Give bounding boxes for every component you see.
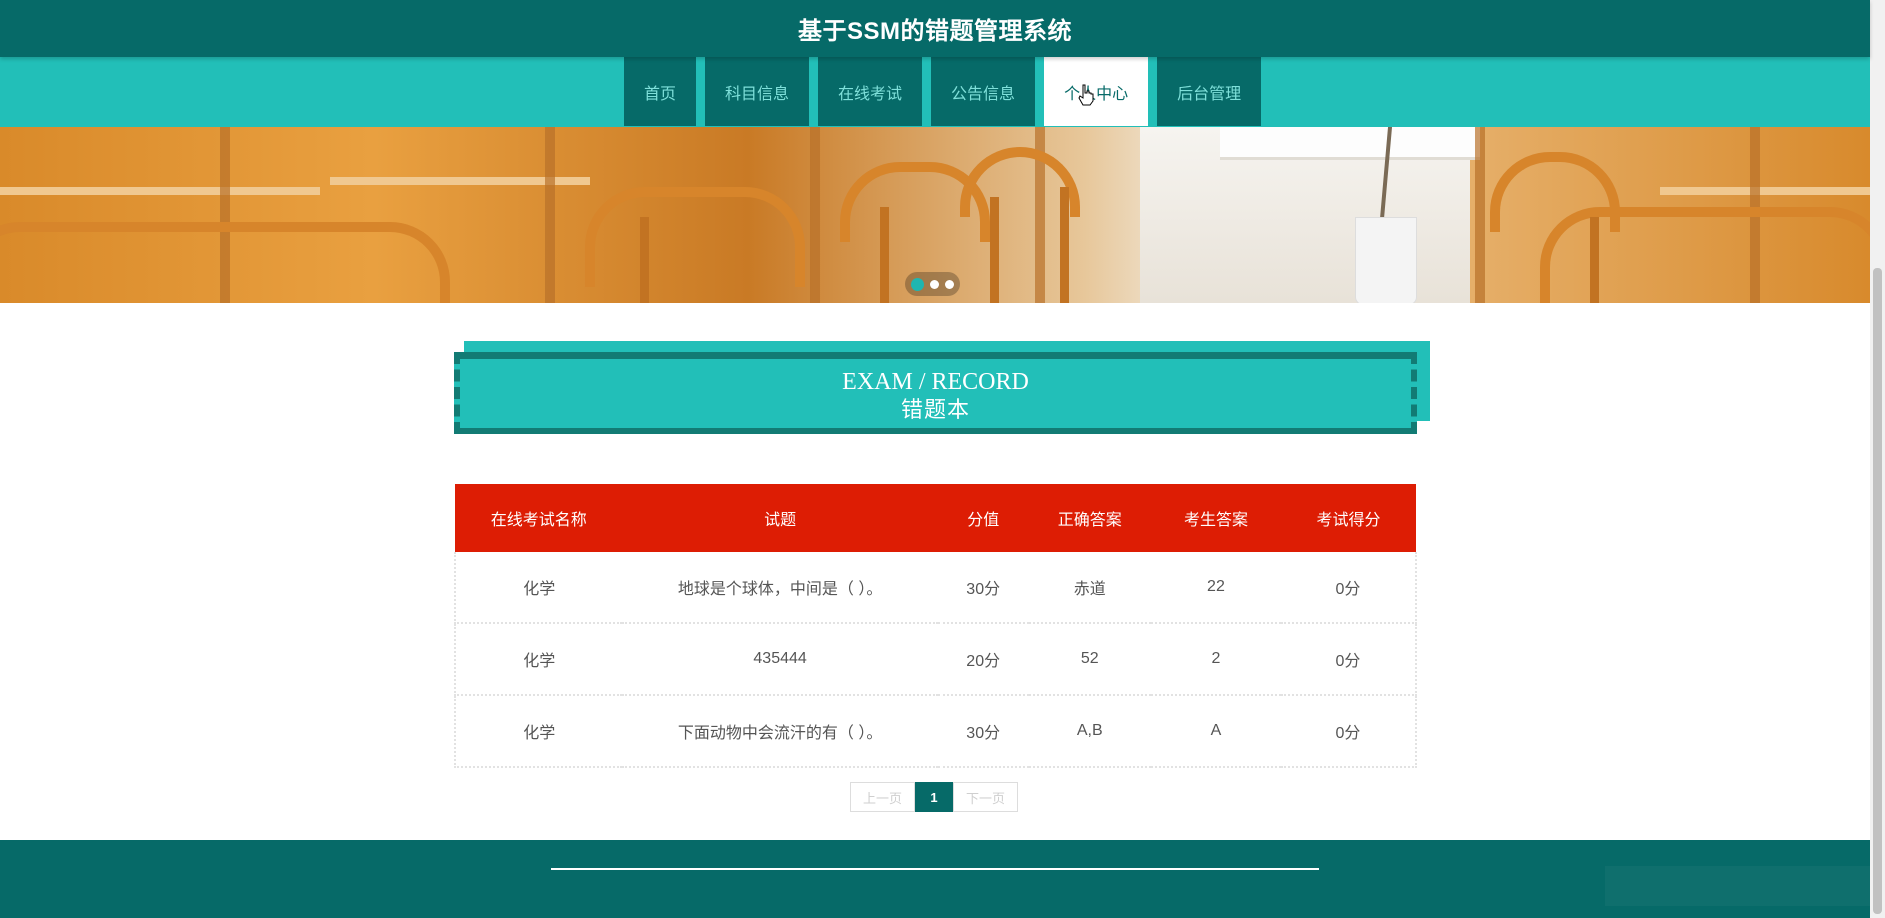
cell-correct-answer: 52 bbox=[1028, 623, 1151, 696]
banner-chair-leg bbox=[1590, 217, 1599, 303]
prev-page-button[interactable]: 上一页 bbox=[850, 782, 916, 812]
cell-exam-name: 化学 bbox=[453, 552, 623, 624]
cell-correct-answer: A,B bbox=[1028, 695, 1151, 768]
banner-chair-leg bbox=[990, 197, 999, 303]
cell-exam-score: 0分 bbox=[1280, 552, 1418, 624]
nav-item-personal-center[interactable]: 个人中心 bbox=[1044, 57, 1149, 126]
banner-divider bbox=[545, 127, 555, 303]
banner-chair bbox=[585, 187, 805, 287]
pagination: 上一页 1 下一页 bbox=[850, 782, 1019, 812]
table-row: 化学 下面动物中会流汗的有（ ）。 30分 A,B A 0分 bbox=[453, 695, 1418, 768]
carousel-dot[interactable] bbox=[911, 277, 924, 291]
column-header-score-value: 分值 bbox=[937, 484, 1029, 552]
column-header-question: 试题 bbox=[622, 484, 938, 552]
site-title: 基于SSM的错题管理系统 bbox=[797, 18, 1072, 45]
cell-student-answer: 22 bbox=[1150, 552, 1281, 624]
scrollbar-thumb[interactable] bbox=[1873, 268, 1882, 914]
banner-chair bbox=[0, 222, 450, 303]
banner-desk bbox=[0, 187, 320, 195]
section-title: EXAM / RECORD 错题本 bbox=[454, 368, 1417, 424]
nav-item-home[interactable]: 首页 bbox=[624, 57, 697, 126]
footer-overlay bbox=[1605, 866, 1870, 906]
cell-exam-score: 0分 bbox=[1280, 695, 1418, 768]
cell-exam-score: 0分 bbox=[1280, 623, 1418, 696]
wrong-answers-table: 在线考试名称 试题 分值 正确答案 考生答案 考试得分 化学 地球是个球体，中间… bbox=[453, 484, 1418, 768]
table-row: 化学 435444 20分 52 2 0分 bbox=[453, 623, 1418, 696]
column-header-exam-name: 在线考试名称 bbox=[455, 484, 623, 552]
cell-question: 下面动物中会流汗的有（ ）。 bbox=[622, 695, 938, 768]
table-header-row: 在线考试名称 试题 分值 正确答案 考生答案 考试得分 bbox=[455, 484, 1416, 552]
nav-item-online-exam[interactable]: 在线考试 bbox=[818, 57, 923, 126]
cell-question: 地球是个球体，中间是（ ）。 bbox=[622, 552, 938, 624]
banner-chair-leg bbox=[640, 217, 649, 303]
site-title-bar: 基于SSM的错题管理系统 bbox=[0, 0, 1870, 57]
nav-item-admin[interactable]: 后台管理 bbox=[1157, 57, 1262, 126]
banner-window bbox=[1220, 127, 1480, 160]
page: 基于SSM的错题管理系统 首页 科目信息 在线考试 公告信息 个人中心 后台管理 bbox=[0, 0, 1870, 918]
nav-item-announcements[interactable]: 公告信息 bbox=[931, 57, 1036, 126]
banner-desk bbox=[1660, 187, 1870, 195]
banner-chair-leg bbox=[880, 207, 889, 303]
cell-correct-answer: 赤道 bbox=[1028, 552, 1151, 624]
next-page-button[interactable]: 下一页 bbox=[953, 782, 1019, 812]
column-header-correct-answer: 正确答案 bbox=[1028, 484, 1151, 552]
section-title-cn: 错题本 bbox=[900, 397, 970, 422]
cell-exam-name: 化学 bbox=[453, 695, 623, 768]
carousel-indicators bbox=[905, 272, 960, 296]
cell-student-answer: 2 bbox=[1150, 623, 1281, 696]
banner-chair-leg bbox=[1060, 187, 1069, 303]
nav-items: 首页 科目信息 在线考试 公告信息 个人中心 后台管理 bbox=[624, 57, 1262, 127]
table-row: 化学 地球是个球体，中间是（ ）。 30分 赤道 22 0分 bbox=[453, 552, 1418, 624]
banner-plant-pot bbox=[1355, 217, 1417, 303]
carousel-dot[interactable] bbox=[945, 279, 954, 289]
banner-divider bbox=[1475, 127, 1485, 303]
nav-item-subjects[interactable]: 科目信息 bbox=[705, 57, 810, 126]
cell-exam-name: 化学 bbox=[453, 623, 623, 696]
footer bbox=[0, 840, 1870, 918]
main-nav: 首页 科目信息 在线考试 公告信息 个人中心 后台管理 bbox=[0, 57, 1870, 127]
page-number-button[interactable]: 1 bbox=[915, 782, 954, 812]
carousel-dot[interactable] bbox=[930, 279, 939, 289]
cell-score-value: 30分 bbox=[937, 552, 1029, 624]
banner-divider bbox=[810, 127, 820, 303]
cell-question: 435444 bbox=[622, 623, 938, 696]
footer-divider bbox=[551, 868, 1319, 870]
cell-score-value: 30分 bbox=[937, 695, 1029, 768]
cell-student-answer: A bbox=[1150, 695, 1281, 768]
hand-cursor-icon bbox=[1078, 84, 1094, 106]
cell-score-value: 20分 bbox=[937, 623, 1029, 696]
column-header-student-answer: 考生答案 bbox=[1150, 484, 1281, 552]
column-header-exam-score: 考试得分 bbox=[1280, 484, 1416, 552]
section-title-en: EXAM / RECORD bbox=[842, 369, 1029, 395]
